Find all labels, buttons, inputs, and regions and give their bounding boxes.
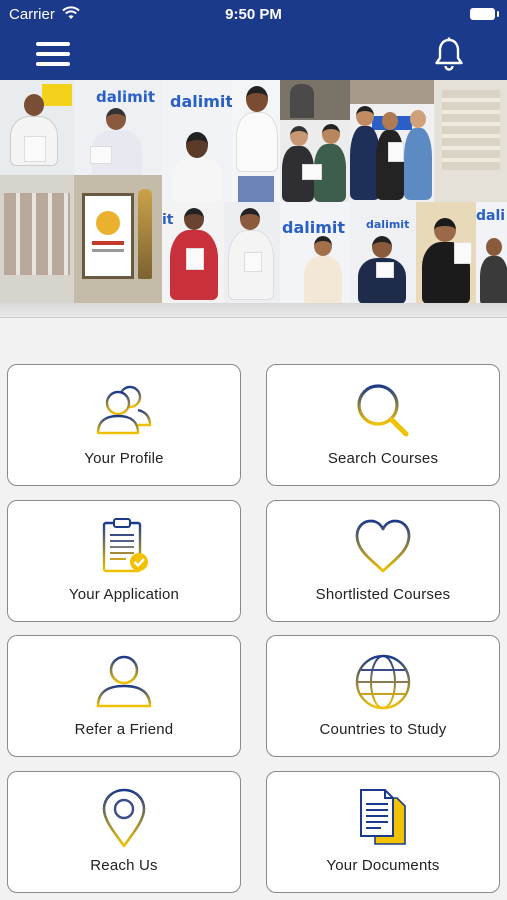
countries-to-study-button[interactable]: Countries to Study [266, 635, 500, 757]
collage-photo: dalimit [350, 202, 416, 303]
globe-icon [355, 654, 411, 710]
status-bar: Carrier 9:50 PM [0, 0, 507, 28]
bell-icon[interactable] [433, 37, 465, 71]
collage-photo [350, 104, 434, 202]
users-icon [96, 385, 152, 435]
status-time: 9:50 PM [225, 6, 282, 23]
card-label: Your Profile [84, 450, 164, 467]
collage-photo [74, 175, 162, 303]
collage-photo: it [162, 202, 224, 303]
collage-photo: dalimit [280, 202, 350, 303]
user-icon [96, 655, 152, 708]
refer-a-friend-button[interactable]: Refer a Friend [7, 635, 241, 757]
card-label: Search Courses [327, 450, 439, 467]
battery-icon [470, 8, 499, 20]
search-courses-button[interactable]: Search Courses [266, 364, 500, 486]
collage-photo [0, 80, 74, 175]
collage-photo [280, 120, 350, 202]
collage-photo [280, 80, 350, 120]
card-label: Your Documents [326, 857, 440, 874]
your-profile-button[interactable]: Your Profile [7, 364, 241, 486]
collage-photo: dalimit [162, 80, 232, 202]
collage-photo: dali [476, 202, 507, 303]
documents-icon [360, 789, 406, 845]
collage-photo [224, 202, 280, 303]
collage-photo [416, 202, 476, 303]
collage-photo [232, 80, 280, 202]
search-icon [357, 384, 409, 437]
your-documents-button[interactable]: Your Documents [266, 771, 500, 893]
top-navbar [0, 28, 507, 80]
banner-collage: dalimit dalimit it dalimit dalimit dali [0, 80, 507, 318]
collage-photo [350, 80, 434, 104]
card-label: Your Application [68, 586, 180, 603]
collage-photo: dalimit [74, 80, 162, 175]
collage-photo [0, 175, 74, 303]
card-label: Reach Us [90, 857, 158, 874]
shortlisted-courses-button[interactable]: Shortlisted Courses [266, 500, 500, 622]
card-label: Shortlisted Courses [315, 586, 451, 603]
heart-icon [355, 519, 411, 573]
your-application-button[interactable]: Your Application [7, 500, 241, 622]
location-pin-icon [102, 788, 146, 848]
clipboard-check-icon [102, 518, 148, 573]
reach-us-button[interactable]: Reach Us [7, 771, 241, 893]
card-label: Countries to Study [319, 721, 447, 738]
hamburger-menu-icon[interactable] [36, 40, 70, 68]
card-label: Refer a Friend [74, 721, 174, 738]
collage-photo [434, 80, 507, 202]
